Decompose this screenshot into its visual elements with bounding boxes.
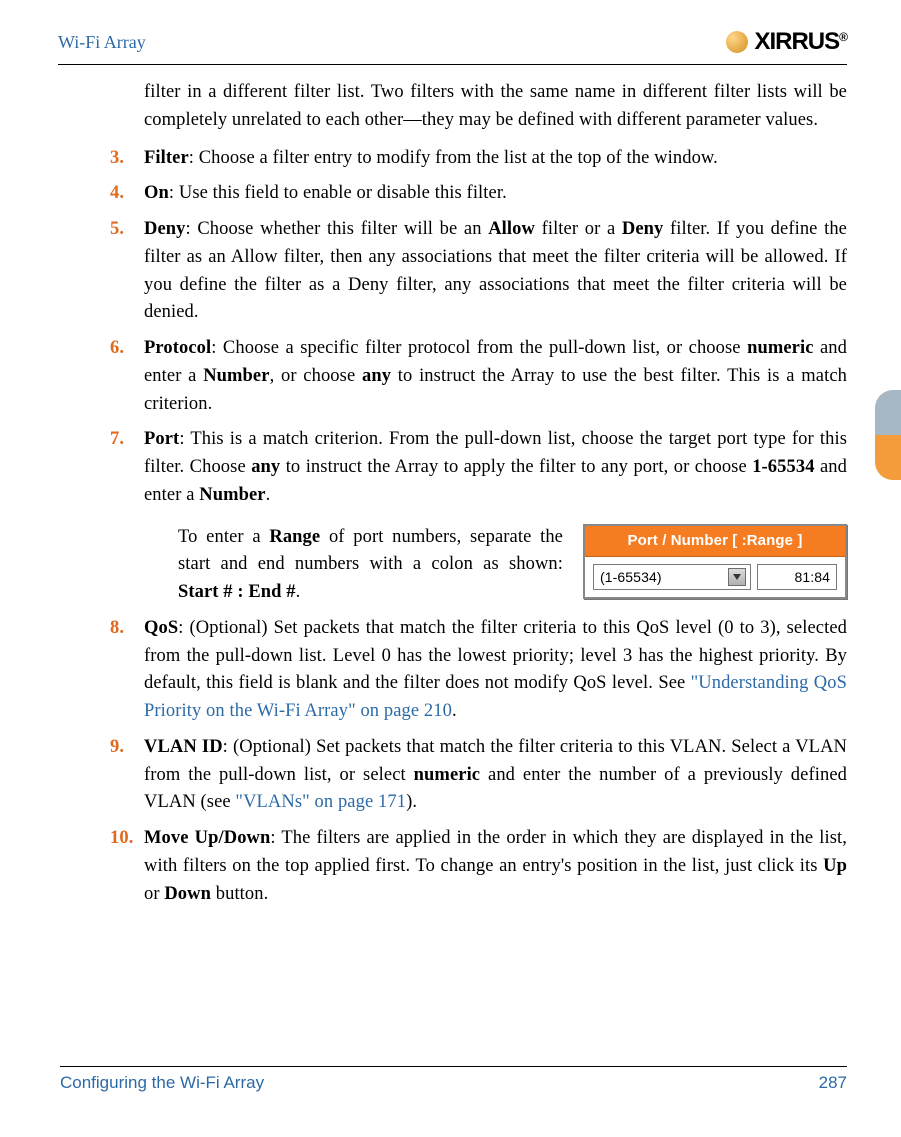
bold: numeric [747, 338, 813, 358]
step-7: 7. Port: This is a match criterion. From… [110, 426, 847, 607]
text: : Use this field to enable or disable th… [169, 183, 507, 203]
step-body: Move Up/Down: The filters are applied in… [144, 825, 847, 908]
step-body: QoS: (Optional) Set packets that match t… [144, 615, 847, 726]
step-8: 8. QoS: (Optional) Set packets that matc… [110, 615, 847, 726]
text: : Choose whether this filter will be an [186, 219, 489, 239]
term: Deny [144, 219, 186, 239]
logo-text: XIRRUS® [754, 28, 847, 56]
text: filter or a [535, 219, 622, 239]
continuation-paragraph: filter in a different filter list. Two f… [144, 79, 847, 135]
text: : Choose a specific filter protocol from… [211, 338, 747, 358]
text: , or choose [270, 366, 362, 386]
port-widget-header: Port / Number [ :Range ] [585, 526, 845, 558]
term: Move Up/Down [144, 828, 270, 848]
port-number-input[interactable]: 81:84 [757, 564, 837, 590]
bold: Allow [488, 219, 535, 239]
step-body: Filter: Choose a filter entry to modify … [144, 145, 847, 173]
bold: numeric [414, 765, 480, 785]
footer-page-number: 287 [819, 1073, 847, 1093]
header-title: Wi-Fi Array [58, 32, 146, 53]
step-body: Protocol: Choose a specific filter proto… [144, 335, 847, 418]
text: or [144, 884, 164, 904]
page: Wi-Fi Array XIRRUS® filter in a differen… [0, 0, 901, 1137]
logo-mark-icon [726, 31, 748, 53]
bold: Down [164, 884, 211, 904]
step-number: 6. [110, 335, 144, 418]
step-body: VLAN ID: (Optional) Set packets that mat… [144, 734, 847, 817]
step-number: 10. [110, 825, 144, 908]
bold: any [362, 366, 391, 386]
text: . [452, 701, 457, 721]
bold: Up [823, 856, 847, 876]
step-body: Deny: Choose whether this filter will be… [144, 216, 847, 327]
step-body: Port: This is a match criterion. From th… [144, 426, 847, 607]
term: Filter [144, 148, 189, 168]
step-number: 4. [110, 180, 144, 208]
port-widget-body: (1-65534) 81:84 [585, 557, 845, 597]
port-select-value: (1-65534) [600, 567, 662, 588]
text: To enter a [178, 527, 269, 547]
term: QoS [144, 618, 178, 638]
step-9: 9. VLAN ID: (Optional) Set packets that … [110, 734, 847, 817]
logo-word: XIRRUS [754, 28, 839, 55]
page-header: Wi-Fi Array XIRRUS® [58, 24, 847, 60]
step-number: 8. [110, 615, 144, 726]
chevron-down-icon [728, 568, 746, 586]
registered-icon: ® [839, 30, 847, 44]
content-area: filter in a different filter list. Two f… [58, 79, 847, 908]
step-6: 6. Protocol: Choose a specific filter pr… [110, 335, 847, 418]
text: . [266, 485, 271, 505]
text: : Choose a filter entry to modify from t… [189, 148, 718, 168]
bold: any [251, 457, 280, 477]
term: Protocol [144, 338, 211, 358]
step-number: 3. [110, 145, 144, 173]
text: . [296, 582, 301, 602]
port-number-widget: Port / Number [ :Range ] (1-65534) 81:84 [583, 524, 847, 600]
text: to instruct the Array to apply the filte… [280, 457, 752, 477]
bold: Number [199, 485, 265, 505]
port-range-select[interactable]: (1-65534) [593, 564, 751, 590]
footer-section-title: Configuring the Wi-Fi Array [60, 1073, 264, 1093]
step-7-sub-row: To enter a Range of port numbers, separa… [178, 524, 847, 607]
text: ). [406, 792, 417, 812]
side-tab-icon [875, 390, 901, 480]
step-7-sub-text: To enter a Range of port numbers, separa… [178, 524, 563, 607]
bold: Number [203, 366, 269, 386]
step-number: 9. [110, 734, 144, 817]
vlans-link[interactable]: "VLANs" on page 171 [235, 792, 406, 812]
step-number: 5. [110, 216, 144, 327]
bold: Deny [622, 219, 664, 239]
bold: Range [269, 527, 320, 547]
step-5: 5. Deny: Choose whether this filter will… [110, 216, 847, 327]
port-input-value: 81:84 [794, 567, 830, 588]
term: On [144, 183, 169, 203]
step-3: 3. Filter: Choose a filter entry to modi… [110, 145, 847, 173]
header-divider [58, 64, 847, 65]
bold: Start # : End # [178, 582, 296, 602]
page-footer: Configuring the Wi-Fi Array 287 [60, 1066, 847, 1093]
term: VLAN ID [144, 737, 223, 757]
step-body: On: Use this field to enable or disable … [144, 180, 847, 208]
step-number: 7. [110, 426, 144, 607]
bold: 1-65534 [752, 457, 814, 477]
text: button. [211, 884, 268, 904]
step-4: 4. On: Use this field to enable or disab… [110, 180, 847, 208]
brand-logo: XIRRUS® [726, 28, 847, 56]
step-10: 10. Move Up/Down: The filters are applie… [110, 825, 847, 908]
term: Port [144, 429, 179, 449]
